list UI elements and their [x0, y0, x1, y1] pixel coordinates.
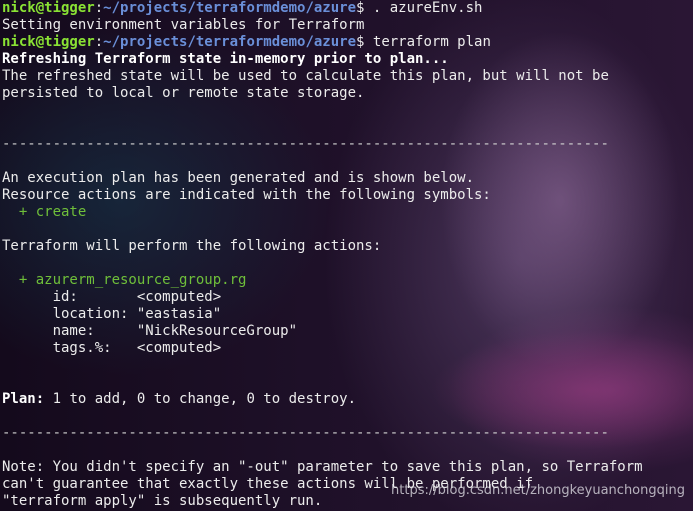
separator-line: ----------------------------------------…	[2, 425, 609, 441]
plan-summary-line: Plan: 1 to add, 0 to change, 0 to destro…	[2, 391, 692, 408]
attribute-value: <computed>	[136, 340, 222, 356]
prompt-line: nick@tigger:~/projects/terraformdemo/azu…	[2, 0, 692, 17]
prompt-path: ~/projects/terraformdemo/azure	[103, 34, 357, 50]
terminal-output[interactable]: nick@tigger:~/projects/terraformdemo/azu…	[2, 0, 692, 511]
attribute-value: "NickResourceGroup"	[136, 323, 298, 339]
attribute-key: location:	[2, 306, 137, 322]
output-line: The refreshed state will be used to calc…	[2, 68, 609, 84]
attribute-key: name:	[2, 323, 137, 339]
plan-summary: 1 to add, 0 to change, 0 to destroy.	[44, 391, 357, 407]
attribute-key: id:	[2, 289, 137, 305]
attribute-row: location: "eastasia"	[2, 306, 692, 323]
output-line: An execution plan has been generated and…	[2, 170, 475, 186]
prompt-symbol: $	[356, 34, 373, 50]
prompt-separator: :	[94, 34, 104, 50]
plan-label: Plan:	[2, 391, 45, 407]
prompt-symbol: $	[356, 0, 373, 16]
output-line: Setting environment variables for Terraf…	[2, 17, 365, 33]
separator-line: ----------------------------------------…	[2, 136, 609, 152]
output-line: Terraform will perform the following act…	[2, 238, 382, 254]
attribute-row: name: "NickResourceGroup"	[2, 323, 692, 340]
refresh-heading: Refreshing Terraform state in-memory pri…	[2, 51, 449, 67]
prompt-path: ~/projects/terraformdemo/azure	[103, 0, 357, 16]
note-line: Note: You didn't specify an "-out" param…	[2, 459, 643, 475]
output-line: persisted to local or remote state stora…	[2, 85, 365, 101]
attribute-value: "eastasia"	[136, 306, 222, 322]
symbol-create: + create	[2, 204, 87, 220]
prompt-separator: :	[94, 0, 104, 16]
watermark-url: https://blog.csdn.net/zhongkeyuanchongqi…	[391, 483, 685, 498]
attribute-row: tags.%: <computed>	[2, 340, 692, 357]
prompt-user-host: nick@tigger	[2, 0, 95, 16]
command-text: . azureEnv.sh	[372, 0, 483, 16]
output-line: Resource actions are indicated with the …	[2, 187, 491, 203]
resource-line: + azurerm_resource_group.rg	[2, 272, 247, 288]
command-text: terraform plan	[372, 34, 491, 50]
attribute-value: <computed>	[136, 289, 222, 305]
attribute-key: tags.%:	[2, 340, 137, 356]
prompt-user-host: nick@tigger	[2, 34, 95, 50]
attribute-row: id: <computed>	[2, 289, 692, 306]
prompt-line: nick@tigger:~/projects/terraformdemo/azu…	[2, 34, 692, 51]
